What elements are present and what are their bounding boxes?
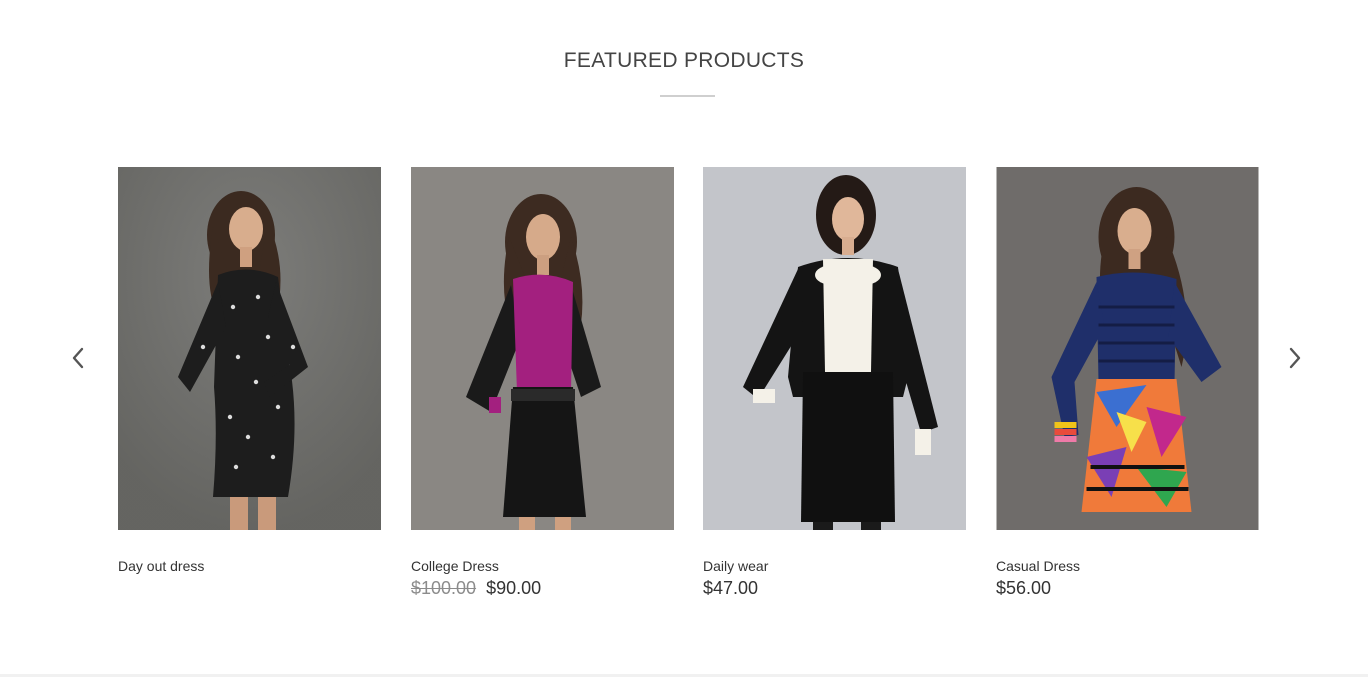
- product-card: Daily wear $47.00: [703, 167, 966, 598]
- product-image[interactable]: [118, 167, 381, 530]
- product-price: $100.00 $90.00: [411, 578, 541, 599]
- product-card: College Dress $100.00 $90.00: [411, 167, 674, 598]
- product-sale-price: $90.00: [486, 578, 542, 598]
- product-price: $56.00: [996, 578, 1051, 599]
- carousel-prev-button[interactable]: [62, 344, 94, 376]
- product-image[interactable]: [411, 167, 674, 530]
- product-image[interactable]: [996, 167, 1259, 530]
- title-divider: [660, 95, 715, 97]
- product-card: Casual Dress $56.00: [996, 167, 1259, 598]
- product-sale-price: $56.00: [996, 578, 1052, 598]
- chevron-right-icon: [1288, 347, 1302, 374]
- featured-products-section: FEATURED PRODUCTS Day out dress College …: [0, 0, 1368, 677]
- product-old-price: $100.00: [411, 578, 477, 598]
- product-name[interactable]: Daily wear: [703, 558, 768, 574]
- product-carousel: Day out dress College Dress $100.00 $90.…: [118, 167, 1259, 617]
- product-sale-price: $47.00: [703, 578, 759, 598]
- chevron-left-icon: [71, 347, 85, 374]
- carousel-next-button[interactable]: [1279, 344, 1311, 376]
- product-name[interactable]: Day out dress: [118, 558, 204, 574]
- product-name[interactable]: College Dress: [411, 558, 499, 574]
- product-card: Day out dress: [118, 167, 381, 574]
- product-image[interactable]: [703, 167, 966, 530]
- product-name[interactable]: Casual Dress: [996, 558, 1080, 574]
- section-title: FEATURED PRODUCTS: [563, 49, 805, 72]
- product-price: $47.00: [703, 578, 758, 599]
